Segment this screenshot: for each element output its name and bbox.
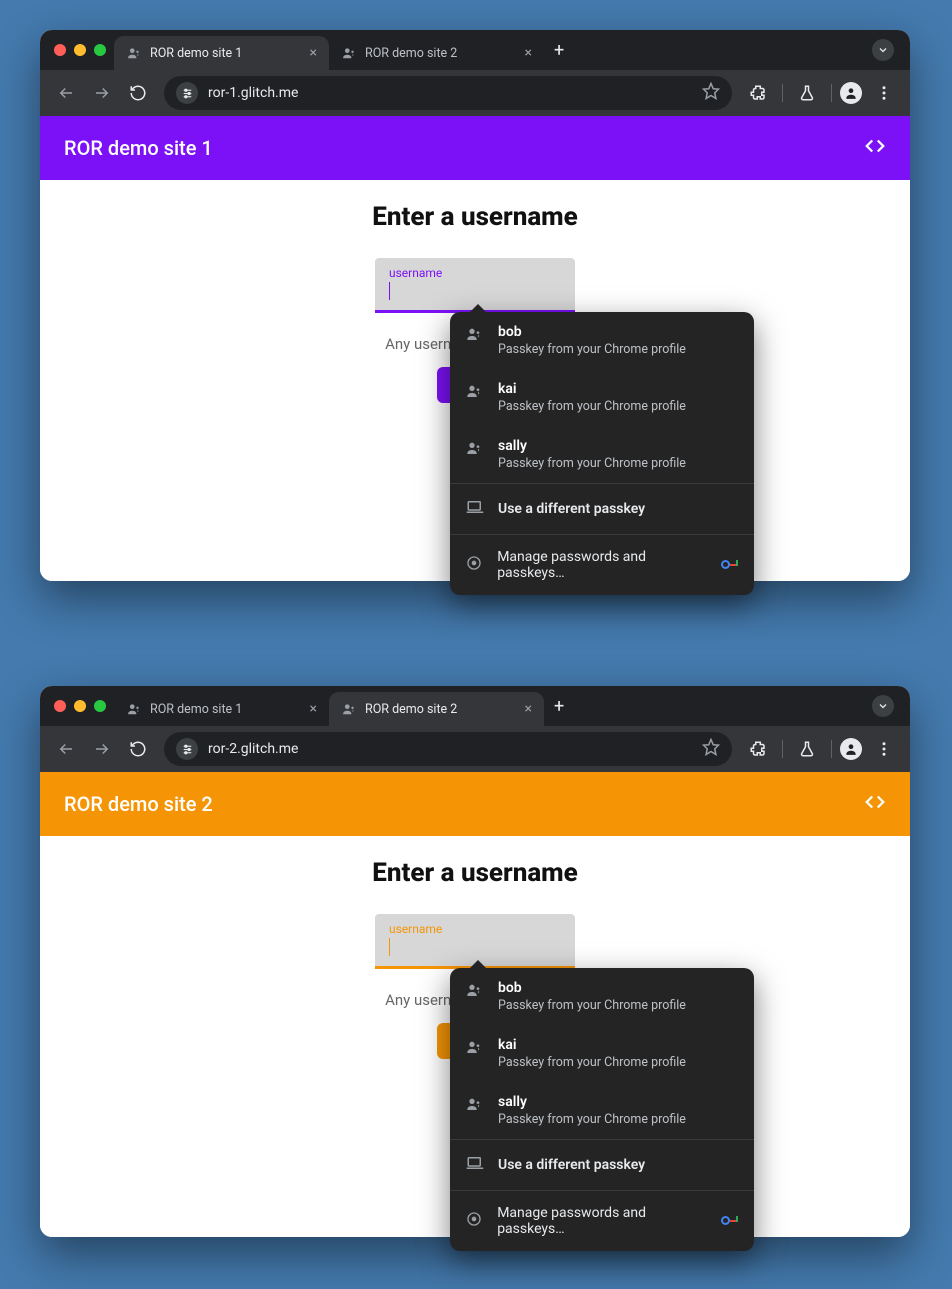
new-tab-button[interactable]: + [544, 40, 574, 61]
passkey-item-kai[interactable]: kaiPasskey from your Chrome profile [450, 1025, 754, 1082]
back-button[interactable] [50, 77, 82, 109]
passkey-user-icon [466, 1037, 484, 1059]
code-icon[interactable] [864, 791, 886, 818]
window-controls [48, 44, 114, 56]
labs-icon[interactable] [791, 77, 823, 109]
passkey-user-icon [466, 438, 484, 460]
page-content: ROR demo site 1 Enter a username usernam… [40, 116, 910, 581]
tab-title: ROR demo site 2 [365, 46, 457, 61]
app-bar: ROR demo site 1 [40, 116, 910, 180]
tab-strip: ROR demo site 1 × ROR demo site 2 × + [40, 30, 910, 70]
url-text: ror-2.glitch.me [208, 741, 298, 757]
kebab-menu-icon[interactable] [868, 733, 900, 765]
forward-button[interactable] [86, 733, 118, 765]
google-key-icon [721, 557, 738, 573]
passkey-user-icon [466, 324, 484, 346]
device-icon [466, 1154, 484, 1176]
browser-toolbar: ror-1.glitch.me [40, 70, 910, 116]
extensions-icon[interactable] [742, 77, 774, 109]
new-tab-button[interactable]: + [544, 696, 574, 717]
site-settings-icon[interactable] [176, 738, 198, 760]
app-title: ROR demo site 1 [64, 136, 213, 160]
passkey-user-icon [466, 1094, 484, 1116]
use-different-passkey[interactable]: Use a different passkey [450, 1140, 754, 1190]
kebab-menu-icon[interactable] [868, 77, 900, 109]
minimize-window-button[interactable] [74, 44, 86, 56]
tab-close-icon[interactable]: × [310, 46, 317, 60]
browser-toolbar: ror-2.glitch.me [40, 726, 910, 772]
passkey-favicon-icon [126, 45, 142, 61]
tab-close-icon[interactable]: × [525, 702, 532, 716]
tab-ror-2[interactable]: ROR demo site 2 × [329, 692, 544, 726]
site-settings-icon[interactable] [176, 82, 198, 104]
text-caret [389, 938, 390, 956]
back-button[interactable] [50, 733, 82, 765]
passkey-favicon-icon [341, 701, 357, 717]
passkey-popover: bobPasskey from your Chrome profile kaiP… [450, 968, 754, 1251]
url-text: ror-1.glitch.me [208, 85, 298, 101]
manage-passwords[interactable]: Manage passwords and passkeys… [450, 535, 754, 595]
profile-avatar[interactable] [840, 738, 862, 760]
app-bar: ROR demo site 2 [40, 772, 910, 836]
passkey-item-bob[interactable]: bobPasskey from your Chrome profile [450, 312, 754, 369]
passkey-favicon-icon [126, 701, 142, 717]
field-label: username [389, 266, 561, 280]
tab-title: ROR demo site 1 [150, 46, 242, 61]
passkey-item-kai[interactable]: kaiPasskey from your Chrome profile [450, 369, 754, 426]
tab-ror-1[interactable]: ROR demo site 1 × [114, 692, 329, 726]
reload-button[interactable] [122, 77, 154, 109]
passkey-item-bob[interactable]: bobPasskey from your Chrome profile [450, 968, 754, 1025]
tab-ror-2[interactable]: ROR demo site 2 × [329, 36, 544, 70]
use-different-passkey[interactable]: Use a different passkey [450, 484, 754, 534]
page-content: ROR demo site 2 Enter a username usernam… [40, 772, 910, 1237]
forward-button[interactable] [86, 77, 118, 109]
profile-avatar[interactable] [840, 82, 862, 104]
chrome-icon [466, 1211, 483, 1231]
toolbar-actions [742, 77, 900, 109]
tab-title: ROR demo site 2 [365, 702, 457, 717]
passkey-favicon-icon [341, 45, 357, 61]
zoom-window-button[interactable] [94, 700, 106, 712]
passkey-popover: bobPasskey from your Chrome profile kaiP… [450, 312, 754, 595]
app-title: ROR demo site 2 [64, 792, 213, 816]
star-icon[interactable] [702, 738, 720, 760]
reload-button[interactable] [122, 733, 154, 765]
star-icon[interactable] [702, 82, 720, 104]
close-window-button[interactable] [54, 700, 66, 712]
tab-strip: ROR demo site 1 × ROR demo site 2 × + [40, 686, 910, 726]
zoom-window-button[interactable] [94, 44, 106, 56]
page-heading: Enter a username [40, 202, 910, 232]
code-icon[interactable] [864, 135, 886, 162]
text-caret [389, 282, 390, 300]
tab-overflow-button[interactable] [872, 39, 894, 61]
passkey-user-icon [466, 381, 484, 403]
minimize-window-button[interactable] [74, 700, 86, 712]
tab-title: ROR demo site 1 [150, 702, 242, 717]
browser-window-2: ROR demo site 1 × ROR demo site 2 × + [40, 686, 910, 1237]
passkey-item-sally[interactable]: sallyPasskey from your Chrome profile [450, 426, 754, 483]
tab-close-icon[interactable]: × [525, 46, 532, 60]
field-label: username [389, 922, 561, 936]
omnibox[interactable]: ror-1.glitch.me [164, 76, 732, 110]
labs-icon[interactable] [791, 733, 823, 765]
close-window-button[interactable] [54, 44, 66, 56]
extensions-icon[interactable] [742, 733, 774, 765]
tab-ror-1[interactable]: ROR demo site 1 × [114, 36, 329, 70]
toolbar-actions [742, 733, 900, 765]
passkey-user-icon [466, 980, 484, 1002]
chrome-icon [466, 555, 483, 575]
browser-window-1: ROR demo site 1 × ROR demo site 2 × + [40, 30, 910, 581]
manage-passwords[interactable]: Manage passwords and passkeys… [450, 1191, 754, 1251]
tab-close-icon[interactable]: × [310, 702, 317, 716]
passkey-item-sally[interactable]: sallyPasskey from your Chrome profile [450, 1082, 754, 1139]
google-key-icon [721, 1213, 738, 1229]
tab-overflow-button[interactable] [872, 695, 894, 717]
page-heading: Enter a username [40, 858, 910, 888]
omnibox[interactable]: ror-2.glitch.me [164, 732, 732, 766]
chrome-top: ROR demo site 1 × ROR demo site 2 × + [40, 30, 910, 116]
window-controls [48, 700, 114, 712]
chrome-top: ROR demo site 1 × ROR demo site 2 × + [40, 686, 910, 772]
device-icon [466, 498, 484, 520]
